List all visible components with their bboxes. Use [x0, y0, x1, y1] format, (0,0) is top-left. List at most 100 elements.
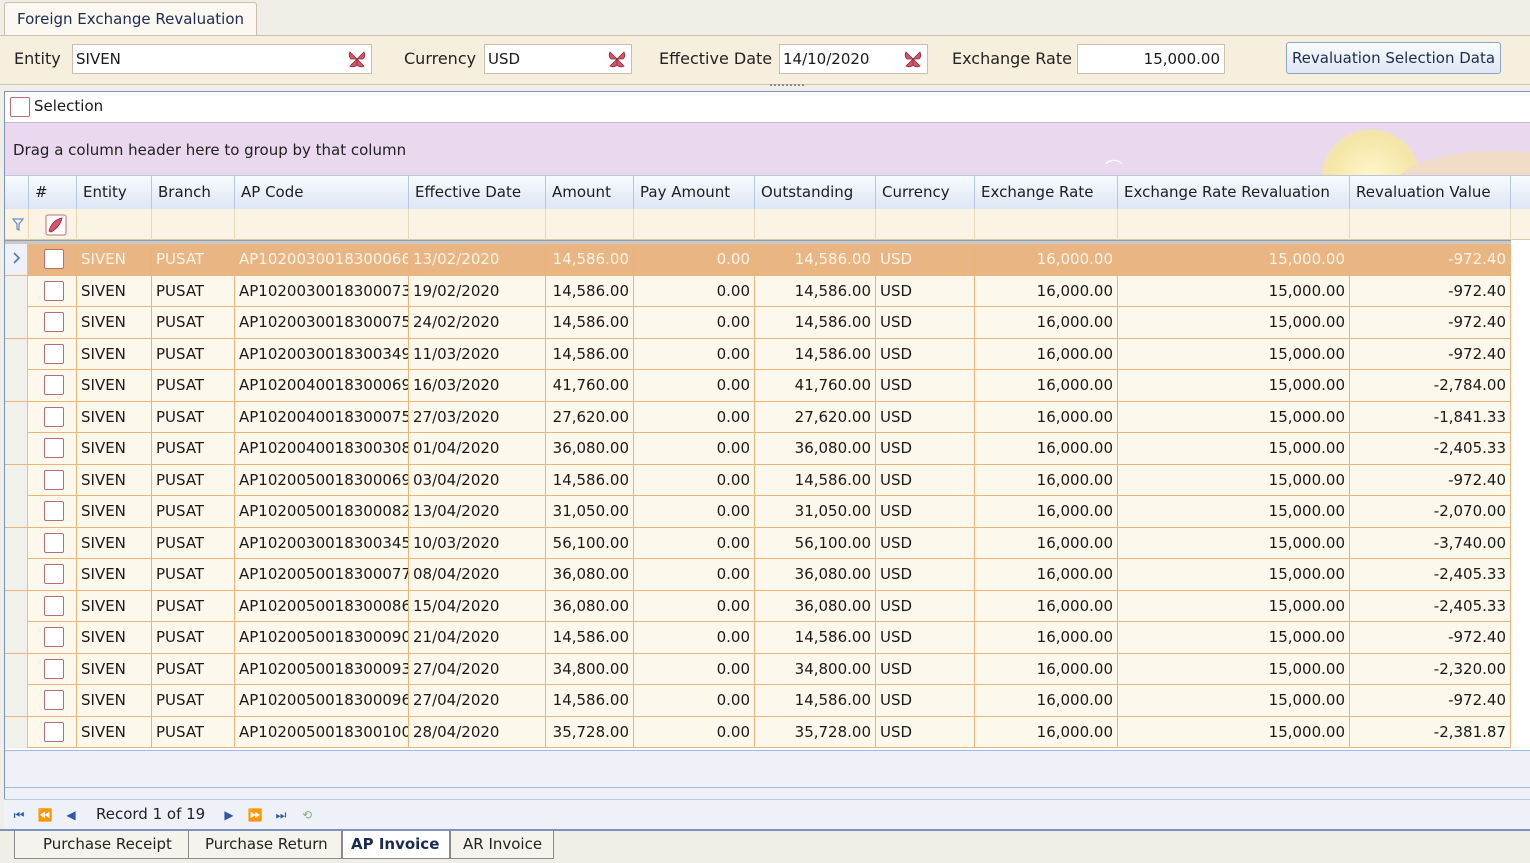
table-row[interactable]: SIVEN PUSAT AP1020040018300075 27/03/2020 27… — [5, 401, 1511, 433]
table-row[interactable]: SIVEN PUSAT AP1020050018300100 28/04/2020 35… — [5, 716, 1511, 748]
cell-exchange-rate-revaluation[interactable]: 15,000.00 — [1118, 244, 1350, 275]
cell-outstanding[interactable]: 14,586.00 — [755, 244, 876, 275]
cell-effective-date[interactable]: 13/04/2020 — [409, 496, 546, 527]
cell-amount[interactable]: 14,586.00 — [546, 464, 634, 496]
previous-page-icon[interactable]: ⏪ — [36, 806, 54, 824]
cell-amount[interactable]: 36,080.00 — [546, 559, 634, 590]
cell-pay-amount[interactable]: 0.00 — [634, 401, 755, 433]
row-indicator[interactable] — [5, 527, 28, 559]
cell-outstanding[interactable]: 41,760.00 — [755, 370, 876, 401]
cell-revaluation-value[interactable]: -2,405.33 — [1350, 590, 1511, 622]
cell-revaluation-value[interactable]: -2,070.00 — [1350, 496, 1511, 527]
cell-exchange-rate[interactable]: 16,000.00 — [975, 496, 1118, 527]
cell-effective-date[interactable]: 27/04/2020 — [409, 653, 546, 685]
refresh-icon[interactable]: ⟲ — [298, 806, 316, 824]
cell-amount[interactable]: 14,586.00 — [546, 338, 634, 370]
cell-entity[interactable]: SIVEN — [77, 433, 152, 464]
cell-outstanding[interactable]: 36,080.00 — [755, 590, 876, 622]
cell-pay-amount[interactable]: 0.00 — [634, 590, 755, 622]
cell-exchange-rate[interactable]: 16,000.00 — [975, 653, 1118, 685]
cell-entity[interactable]: SIVEN — [77, 622, 152, 653]
cell-revaluation-value[interactable]: -1,841.33 — [1350, 401, 1511, 433]
cell-entity[interactable]: SIVEN — [77, 685, 152, 716]
column-header-amount[interactable]: Amount — [546, 176, 634, 210]
cell-amount[interactable]: 56,100.00 — [546, 527, 634, 559]
table-row[interactable]: SIVEN PUSAT AP1020030018300349 11/03/2020 14… — [5, 338, 1511, 370]
cell-revaluation-value[interactable]: -2,381.87 — [1350, 716, 1511, 748]
cell-effective-date[interactable]: 01/04/2020 — [409, 433, 546, 464]
cell-entity[interactable]: SIVEN — [77, 464, 152, 496]
cell-amount[interactable]: 14,586.00 — [546, 244, 634, 275]
column-header-branch[interactable]: Branch — [152, 176, 235, 210]
cell-ap-code[interactable]: AP1020050018300100 — [235, 716, 409, 748]
cell-entity[interactable]: SIVEN — [77, 653, 152, 685]
row-indicator[interactable] — [5, 275, 28, 307]
column-header-number[interactable]: # — [29, 176, 77, 210]
cell-exchange-rate-revaluation[interactable]: 15,000.00 — [1118, 275, 1350, 307]
row-checkbox[interactable] — [44, 501, 64, 521]
table-row[interactable]: SIVEN PUSAT AP1020050018300093 27/04/2020 34… — [5, 653, 1511, 685]
filter-cell[interactable] — [1350, 209, 1511, 240]
filter-cell[interactable] — [975, 209, 1118, 240]
cell-entity[interactable]: SIVEN — [77, 559, 152, 590]
cell-currency[interactable]: USD — [876, 527, 975, 559]
cell-entity[interactable]: SIVEN — [77, 275, 152, 307]
cell-currency[interactable]: USD — [876, 496, 975, 527]
cell-amount[interactable]: 14,586.00 — [546, 685, 634, 716]
cell-pay-amount[interactable]: 0.00 — [634, 716, 755, 748]
row-checkbox[interactable] — [44, 564, 64, 584]
cell-pay-amount[interactable]: 0.00 — [634, 370, 755, 401]
cell-pay-amount[interactable]: 0.00 — [634, 653, 755, 685]
cell-ap-code[interactable]: AP1020040018300308 — [235, 433, 409, 464]
cell-branch[interactable]: PUSAT — [152, 496, 235, 527]
table-row[interactable]: SIVEN PUSAT AP1020050018300090 21/04/2020 14… — [5, 622, 1511, 654]
entity-lookup-icon[interactable] — [346, 48, 368, 70]
row-indicator[interactable] — [5, 401, 28, 433]
cell-ap-code[interactable]: AP1020050018300090 — [235, 622, 409, 653]
row-checkbox[interactable] — [44, 375, 64, 395]
column-header-revaluation-value[interactable]: Revaluation Value — [1350, 176, 1511, 210]
cell-pay-amount[interactable]: 0.00 — [634, 527, 755, 559]
cell-exchange-rate-revaluation[interactable]: 15,000.00 — [1118, 622, 1350, 653]
cell-exchange-rate-revaluation[interactable]: 15,000.00 — [1118, 685, 1350, 716]
exchange-rate-field[interactable]: 15,000.00 — [1077, 44, 1225, 74]
cell-outstanding[interactable]: 14,586.00 — [755, 338, 876, 370]
row-checkbox[interactable] — [44, 595, 64, 616]
cell-outstanding[interactable]: 14,586.00 — [755, 464, 876, 496]
filter-cell[interactable] — [409, 209, 546, 240]
cell-exchange-rate-revaluation[interactable]: 15,000.00 — [1118, 527, 1350, 559]
filter-cell[interactable] — [1118, 209, 1350, 240]
cell-ap-code[interactable]: AP1020030018300345 — [235, 527, 409, 559]
cell-currency[interactable]: USD — [876, 685, 975, 716]
cell-revaluation-value[interactable]: -972.40 — [1350, 307, 1511, 338]
cell-outstanding[interactable]: 31,050.00 — [755, 496, 876, 527]
tab-ap-invoice[interactable]: AP Invoice — [342, 831, 450, 859]
cell-branch[interactable]: PUSAT — [152, 307, 235, 338]
cell-ap-code[interactable]: AP1020050018300069 — [235, 464, 409, 496]
column-header-outstanding[interactable]: Outstanding — [755, 176, 876, 210]
cell-exchange-rate-revaluation[interactable]: 15,000.00 — [1118, 370, 1350, 401]
cell-amount[interactable]: 35,728.00 — [546, 716, 634, 748]
table-row[interactable]: SIVEN PUSAT AP1020040018300308 01/04/2020 36… — [5, 433, 1511, 465]
cell-branch[interactable]: PUSAT — [152, 622, 235, 653]
column-header-exchange-rate-revaluation[interactable]: Exchange Rate Revaluation — [1118, 176, 1350, 210]
cell-pay-amount[interactable]: 0.00 — [634, 275, 755, 307]
entity-field[interactable]: SIVEN — [72, 44, 372, 74]
cell-ap-code[interactable]: AP1020050018300086 — [235, 590, 409, 622]
cell-branch[interactable]: PUSAT — [152, 401, 235, 433]
cell-branch[interactable]: PUSAT — [152, 244, 235, 275]
table-row[interactable]: SIVEN PUSAT AP1020050018300086 15/04/2020 36… — [5, 590, 1511, 622]
cell-exchange-rate[interactable]: 16,000.00 — [975, 401, 1118, 433]
cell-branch[interactable]: PUSAT — [152, 590, 235, 622]
cell-exchange-rate-revaluation[interactable]: 15,000.00 — [1118, 653, 1350, 685]
cell-effective-date[interactable]: 24/02/2020 — [409, 307, 546, 338]
cell-exchange-rate[interactable]: 16,000.00 — [975, 464, 1118, 496]
cell-branch[interactable]: PUSAT — [152, 527, 235, 559]
column-header-entity[interactable]: Entity — [77, 176, 152, 210]
cell-exchange-rate-revaluation[interactable]: 15,000.00 — [1118, 590, 1350, 622]
cell-currency[interactable]: USD — [876, 716, 975, 748]
table-row[interactable]: SIVEN PUSAT AP1020050018300096 27/04/2020 14… — [5, 685, 1511, 717]
cell-entity[interactable]: SIVEN — [77, 401, 152, 433]
selection-checkbox[interactable] — [10, 97, 30, 117]
cell-exchange-rate-revaluation[interactable]: 15,000.00 — [1118, 338, 1350, 370]
